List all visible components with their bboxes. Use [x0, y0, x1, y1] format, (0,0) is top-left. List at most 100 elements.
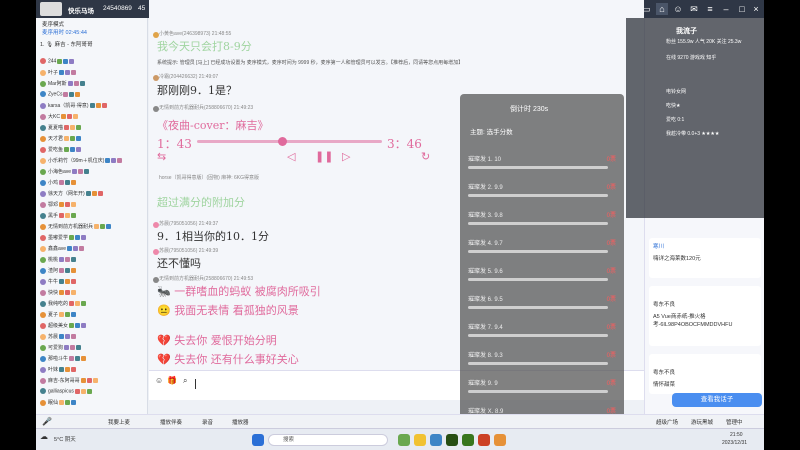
- music-progress-bar[interactable]: [197, 137, 382, 146]
- gift-icon[interactable]: 🎁: [167, 376, 177, 385]
- vote-option[interactable]: 璀璨发 3. 9.8 0票: [468, 210, 616, 230]
- user-list-item[interactable]: 墨嘟爱学: [40, 234, 144, 243]
- user-list-item[interactable]: 眠仙: [40, 399, 144, 408]
- toolbar-item[interactable]: 播放伴奏: [160, 418, 182, 426]
- badge-icon: [73, 246, 79, 252]
- user-list-item[interactable]: 黑手: [40, 212, 144, 221]
- user-list-item[interactable]: 可爱狗: [40, 344, 144, 353]
- user-list-item[interactable]: 那啦斗牛: [40, 355, 144, 364]
- user-name: 眠仙: [48, 400, 59, 406]
- user-icon[interactable]: ☺: [672, 3, 684, 15]
- user-avatar: [40, 289, 46, 296]
- pause-icon[interactable]: ❚❚: [315, 150, 333, 163]
- toolbar-item[interactable]: 播放器: [232, 418, 249, 426]
- vote-option-label: 璀璨发 8. 9.3: [468, 353, 503, 359]
- repeat-icon[interactable]: ↻: [421, 150, 430, 163]
- app-icon[interactable]: [494, 434, 506, 446]
- badge-icon: [59, 290, 65, 296]
- start-icon[interactable]: [252, 434, 264, 446]
- user-name: ZyeCs: [48, 91, 63, 98]
- follow-button[interactable]: 查看我话子: [672, 393, 762, 407]
- vote-option[interactable]: 璀璨发 4. 9.7 0票: [468, 238, 616, 258]
- vote-option[interactable]: 璀璨发 7. 9.4 0票: [468, 322, 616, 342]
- user-list-item[interactable]: 爱吃鱼: [40, 146, 144, 155]
- user-list-item[interactable]: 我纯吃的: [40, 300, 144, 309]
- user-list-item[interactable]: 徐天方（网年开): [40, 190, 144, 199]
- user-list-item[interactable]: 夏子: [40, 311, 144, 320]
- user-list-item[interactable]: 苏晨: [40, 333, 144, 342]
- user-list-item[interactable]: 鄂邓: [40, 201, 144, 210]
- room-avatar[interactable]: [40, 2, 62, 16]
- taskbar-search[interactable]: 搜索: [268, 434, 388, 446]
- user-list-item[interactable]: 无情到前方机器耐兵: [40, 223, 144, 232]
- badge-icon: [59, 312, 65, 318]
- steam-icon[interactable]: [446, 434, 458, 446]
- user-list-item[interactable]: 天才君: [40, 135, 144, 144]
- vote-overlay: 倒计时 230s 主题: 选手分数 璀璨发 1. 10 0票 璀璨发 2. 9.9 0…: [460, 94, 624, 450]
- folder-icon[interactable]: [414, 434, 426, 446]
- user-list-item[interactable]: 桃桃: [40, 256, 144, 265]
- next-icon[interactable]: ▷: [342, 150, 350, 163]
- menu-icon[interactable]: ≡: [704, 3, 716, 15]
- vote-option[interactable]: 璀璨发 1. 10 0票: [468, 154, 616, 174]
- close-icon[interactable]: ×: [750, 3, 762, 15]
- user-avatar: [40, 201, 46, 208]
- feed-user: 寒川: [653, 244, 665, 250]
- user-list-item[interactable]: 小乐莉竹（99m＋机位庆): [40, 157, 144, 166]
- search-icon[interactable]: ⌕: [183, 376, 187, 386]
- vote-option[interactable]: 璀璨发 5. 9.6 0票: [468, 266, 616, 286]
- badge-icon: [65, 334, 71, 340]
- browser-icon[interactable]: [430, 434, 442, 446]
- user-list-item[interactable]: 麻吉-东阿哥哥: [40, 377, 144, 386]
- vote-option[interactable]: 璀璨发 6. 9.5 0票: [468, 294, 616, 314]
- badge-icon: [59, 70, 65, 76]
- user-name: 我纯吃的: [48, 301, 69, 307]
- home-icon[interactable]: ⌂: [656, 3, 668, 15]
- badge-icon: [86, 378, 92, 384]
- user-list-item[interactable]: 渣阿: [40, 267, 144, 276]
- floating-info-panel: 我流子 粉丝 155.9w 人气 20K 关注 25.3w 在线 9270 游戏…: [626, 18, 764, 218]
- user-list-item[interactable]: 叶妹: [40, 366, 144, 375]
- vote-option[interactable]: 璀璨发 9. 9 0票: [468, 378, 616, 398]
- app-icon[interactable]: [398, 434, 410, 446]
- wechat-icon[interactable]: [462, 434, 474, 446]
- user-name: 小乐莉竹（99m＋机位庆): [48, 158, 105, 164]
- user-list-item[interactable]: 叶子: [40, 69, 144, 78]
- user-list-item[interactable]: 超级美女: [40, 322, 144, 331]
- user-list-item[interactable]: 夏夏喵: [40, 124, 144, 133]
- vote-option[interactable]: 璀璨发 8. 9.3 0票: [468, 350, 616, 370]
- prev-icon[interactable]: ◁: [287, 150, 295, 163]
- user-list-item[interactable]: 244: [40, 58, 144, 67]
- mic-queue-item[interactable]: 1. 🎙 麻吉 - 东阿哥哥: [40, 40, 93, 48]
- user-list-item[interactable]: 大KC: [40, 113, 144, 122]
- user-list-item[interactable]: 小鸡: [40, 179, 144, 188]
- vote-option[interactable]: 璀璨发 2. 9.9 0票: [468, 182, 616, 202]
- minimize-icon[interactable]: –: [720, 3, 732, 15]
- toolbar-item[interactable]: 超级广场: [656, 418, 678, 426]
- user-list-item[interactable]: 鑫鑫ave: [40, 245, 144, 254]
- app-icon[interactable]: [478, 434, 490, 446]
- user-list-item[interactable]: ZyeCs: [40, 91, 144, 100]
- emoji-icon[interactable]: ☺: [155, 376, 163, 385]
- music-total-time: 3：46: [387, 137, 422, 151]
- progress-knob[interactable]: [278, 137, 288, 146]
- user-list-item[interactable]: 快快: [40, 289, 144, 298]
- user-list-item[interactable]: 小海色ave: [40, 168, 144, 177]
- user-list-item[interactable]: galliaspicus: [40, 388, 144, 397]
- system-notice: 系统提示: 管理员 [马上] 已经成功设置为 麦序模式，麦序时间为 9999 秒…: [157, 60, 464, 66]
- toolbar-item[interactable]: 管理中: [726, 418, 743, 426]
- user-list-item[interactable]: 牛牛: [40, 278, 144, 287]
- mail-icon[interactable]: ✉: [688, 3, 700, 15]
- user-avatar: [40, 300, 46, 307]
- user-list-item[interactable]: karsa（凯哥·得意): [40, 102, 144, 111]
- mic-icon[interactable]: 🎤: [42, 417, 52, 426]
- badge-icon: [75, 323, 81, 329]
- maximize-icon[interactable]: □: [736, 3, 748, 15]
- toolbar-item[interactable]: 录音: [202, 418, 213, 426]
- badge-icon: [78, 169, 84, 175]
- shuffle-icon[interactable]: ⇆: [157, 150, 166, 163]
- toolbar-item[interactable]: 游玩黑城: [691, 418, 713, 426]
- badge-icon: [84, 169, 90, 175]
- toolbar-item[interactable]: 我要上麦: [108, 418, 130, 426]
- user-list-item[interactable]: Mar阿斯: [40, 80, 144, 89]
